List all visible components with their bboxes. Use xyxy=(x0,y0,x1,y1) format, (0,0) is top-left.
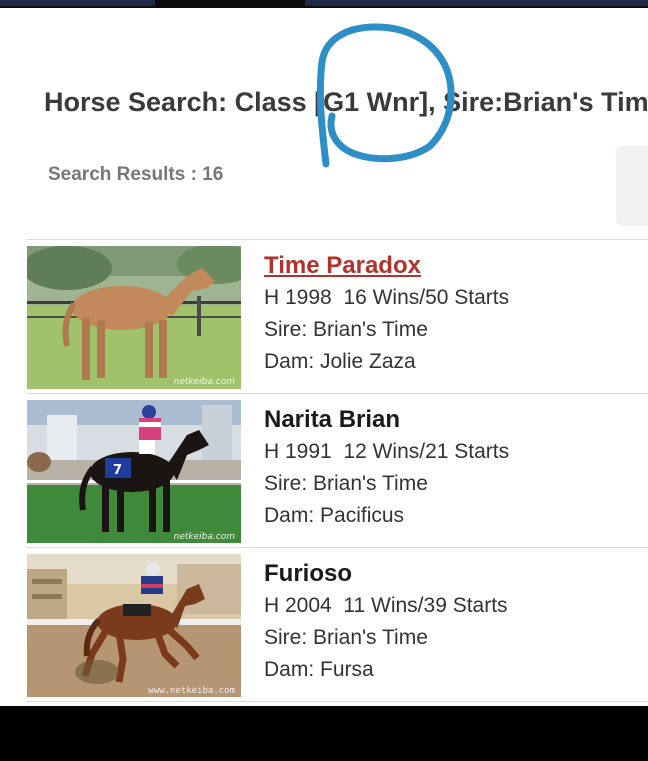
photo-watermark: netkeiba.com xyxy=(174,377,236,387)
list-item[interactable]: netkeiba.com Time Paradox H 1998 16 Wins… xyxy=(26,239,648,393)
page-title: Horse Search: Class [G1 Wnr], Sire:Brian… xyxy=(44,87,648,117)
list-item[interactable]: 7 netkeiba.com Narita Brian H 1991 12 Wi… xyxy=(26,393,648,547)
results-count: Search Results : 16 xyxy=(48,164,224,185)
horse-summary: H 1991 12 Wins/21 Starts xyxy=(264,440,510,463)
horse-info: Time Paradox H 1998 16 Wins/50 Starts Si… xyxy=(264,250,648,378)
horse-dam: Dam: Pacificus xyxy=(264,504,405,527)
horse-photo-image: netkeiba.com xyxy=(27,246,241,389)
results-list: netkeiba.com Time Paradox H 1998 16 Wins… xyxy=(26,239,648,709)
horse-sire: Sire: Brian's Time xyxy=(264,626,428,649)
horse-name-link[interactable]: Furioso xyxy=(264,558,648,590)
horse-info: Narita Brian H 1991 12 Wins/21 Starts Si… xyxy=(264,404,648,532)
horse-name-link[interactable]: Time Paradox xyxy=(264,250,648,282)
horse-dam: Dam: Fursa xyxy=(264,658,374,681)
horse-info: Furioso H 2004 11 Wins/39 Starts Sire: B… xyxy=(264,558,648,686)
horse-summary: H 2004 11 Wins/39 Starts xyxy=(264,594,508,617)
filter-button[interactable] xyxy=(616,146,648,226)
photo-watermark: netkeiba.com xyxy=(174,532,236,542)
status-bar-segment xyxy=(0,0,155,6)
horse-name-link[interactable]: Narita Brian xyxy=(264,404,648,436)
horse-dam: Dam: Jolie Zaza xyxy=(264,350,416,373)
horse-photo[interactable]: 7 netkeiba.com xyxy=(27,400,241,543)
horse-photo-image: 7 netkeiba.com xyxy=(27,400,241,543)
horse-photo-image: www.netkeiba.com xyxy=(27,554,241,697)
status-bar xyxy=(0,0,648,8)
horse-sire: Sire: Brian's Time xyxy=(264,472,428,495)
horse-photo[interactable]: www.netkeiba.com xyxy=(27,554,241,697)
horse-photo[interactable]: netkeiba.com xyxy=(27,246,241,389)
photo-watermark: www.netkeiba.com xyxy=(148,686,235,696)
status-bar-segment xyxy=(305,0,648,6)
svg-text:7: 7 xyxy=(113,463,122,478)
navigation-bar xyxy=(0,706,648,761)
horse-summary: H 1998 16 Wins/50 Starts xyxy=(264,286,510,309)
horse-sire: Sire: Brian's Time xyxy=(264,318,428,341)
list-item[interactable]: www.netkeiba.com Furioso H 2004 11 Wins/… xyxy=(26,547,648,701)
